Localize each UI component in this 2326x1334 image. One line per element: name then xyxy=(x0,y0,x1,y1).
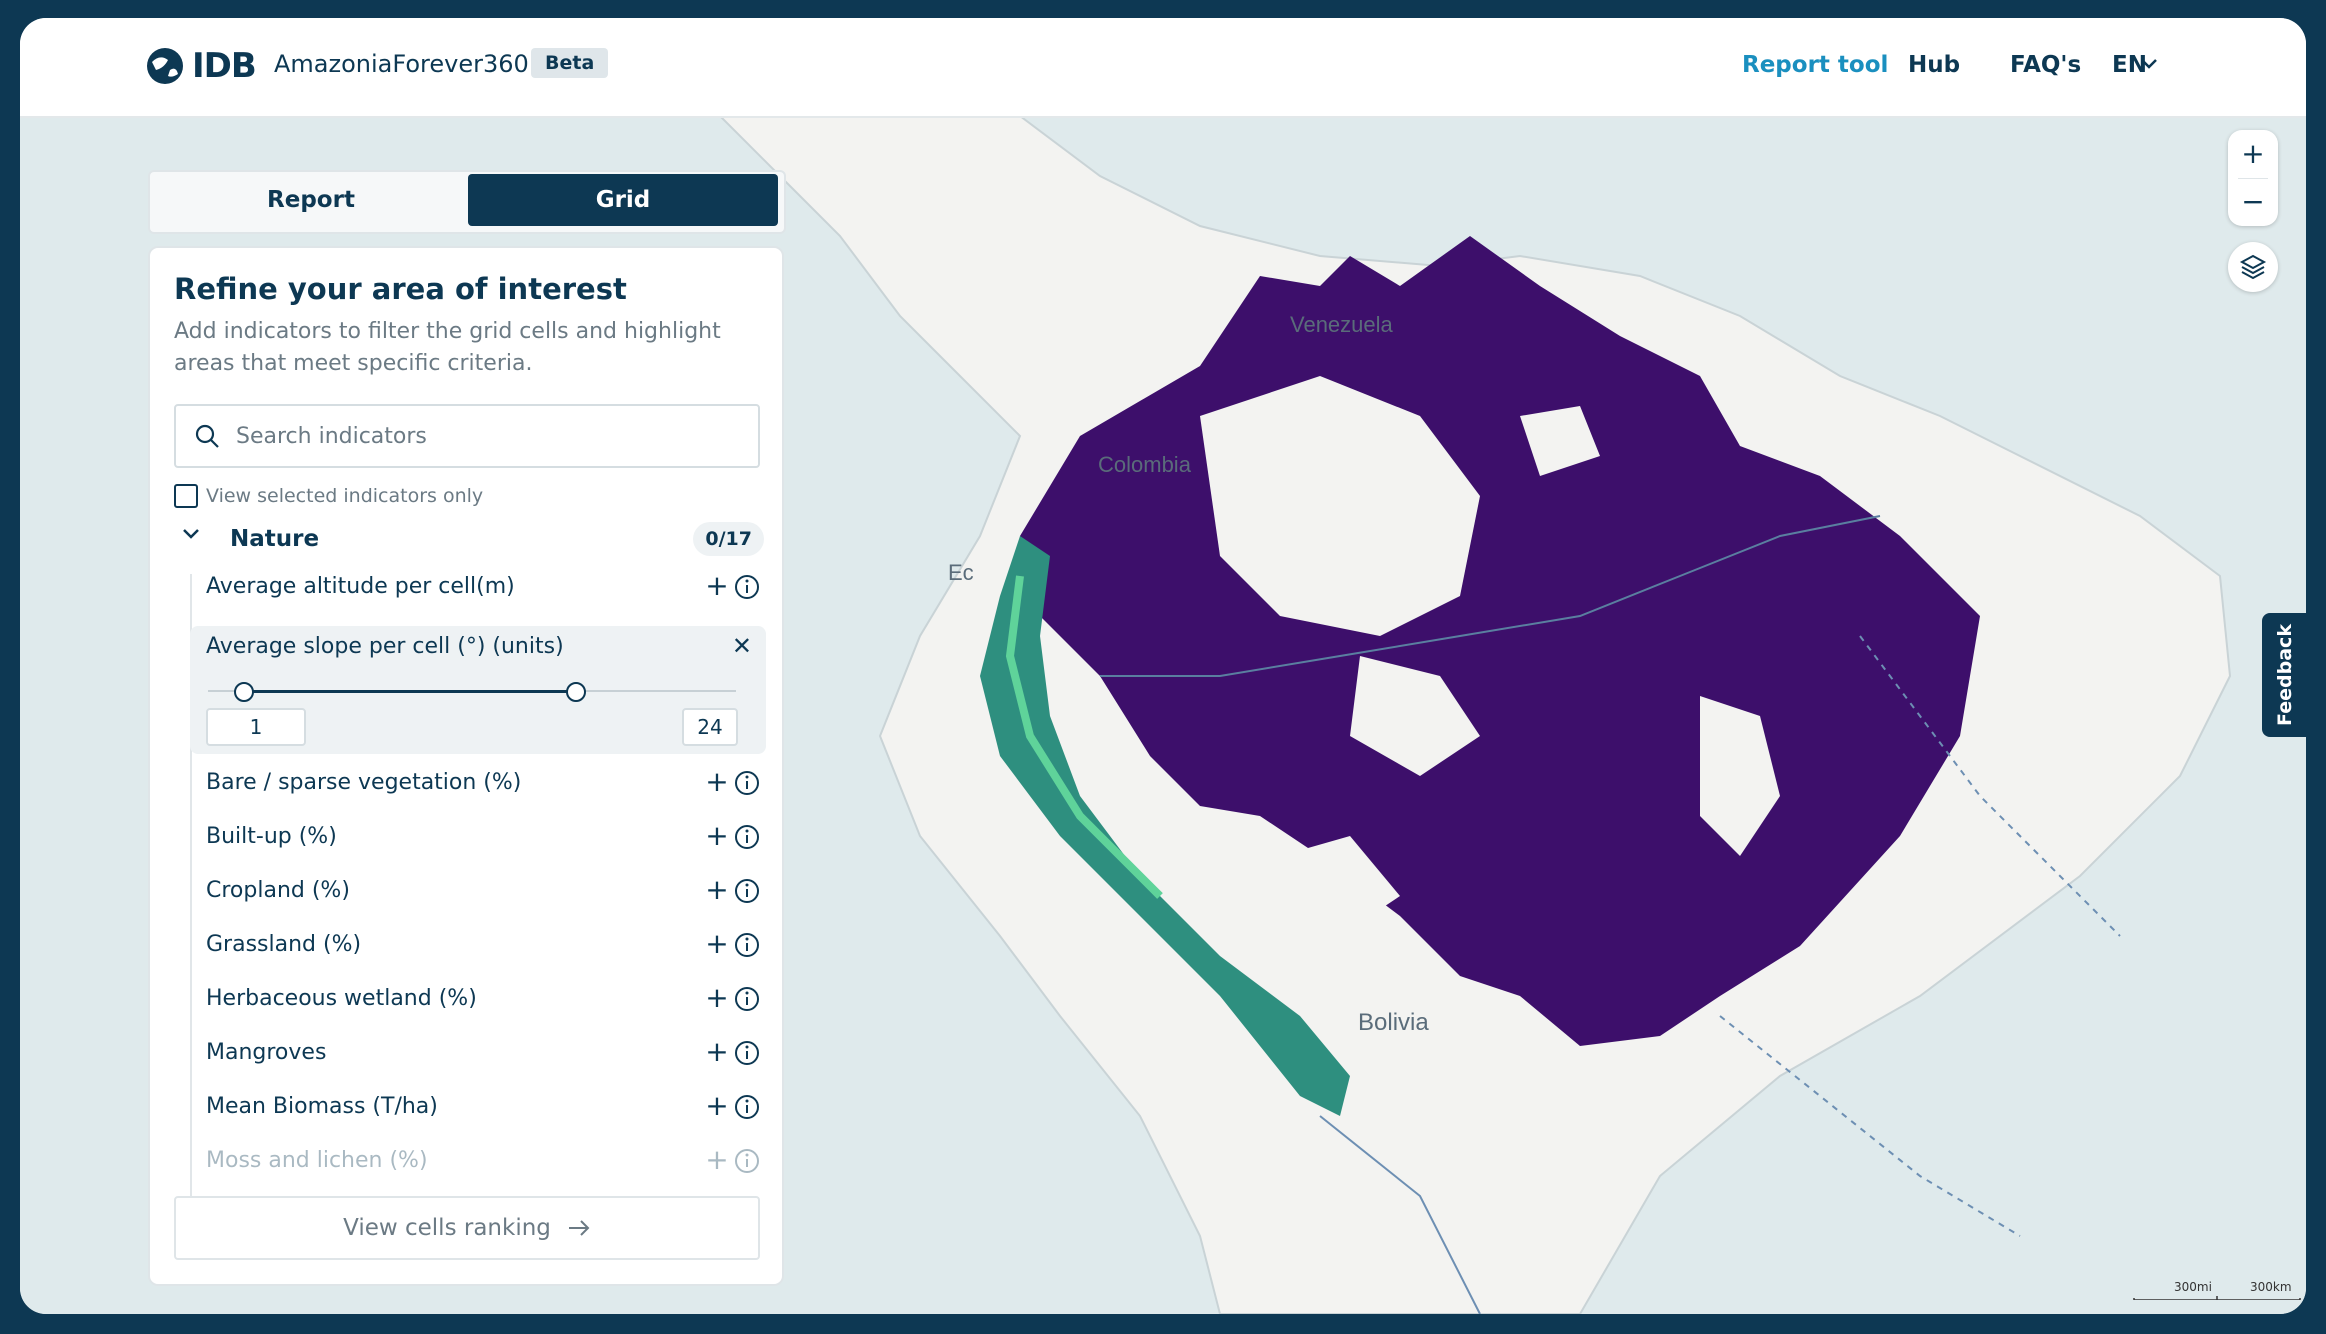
search-input[interactable] xyxy=(234,414,738,458)
feedback-label: Feedback xyxy=(2274,624,2296,726)
range-slider-max-thumb[interactable] xyxy=(566,682,586,702)
section-label: Nature xyxy=(230,526,320,552)
map-label-bolivia: Bolivia xyxy=(1358,1009,1429,1036)
add-indicator-button[interactable]: + xyxy=(700,1144,734,1178)
nav-faqs[interactable]: FAQ's xyxy=(2010,52,2081,78)
panel-title: Refine your area of interest xyxy=(174,272,627,306)
active-filter-label: Average slope per cell (°) (units) xyxy=(206,634,564,659)
add-indicator-button[interactable]: + xyxy=(700,820,734,854)
section-count-badge: 0/17 xyxy=(693,522,764,556)
nav-hub[interactable]: Hub xyxy=(1908,52,1960,78)
layers-button[interactable] xyxy=(2228,242,2278,292)
idb-globe-icon xyxy=(147,48,183,84)
indicator-row: Grassland (%) + xyxy=(206,924,764,966)
selected-only-label: View selected indicators only xyxy=(206,485,484,507)
info-icon[interactable] xyxy=(734,1094,760,1120)
zoom-out-button[interactable]: − xyxy=(2228,178,2278,226)
indicator-label: Mangroves xyxy=(206,1040,327,1065)
tab-report[interactable]: Report xyxy=(154,174,468,226)
logo-text: IDB xyxy=(192,46,257,86)
add-indicator-button[interactable]: + xyxy=(700,766,734,800)
active-filter-card: Average slope per cell (°) (units) ✕ 1 2… xyxy=(190,626,766,754)
arrow-right-icon xyxy=(568,1220,590,1236)
filter-panel: Refine your area of interest Add indicat… xyxy=(148,246,784,1286)
indicator-label: Herbaceous wetland (%) xyxy=(206,986,477,1011)
info-icon[interactable] xyxy=(734,1040,760,1066)
beta-badge: Beta xyxy=(531,48,609,78)
indicator-row: Built-up (%) + xyxy=(206,816,764,858)
indicator-label: Bare / sparse vegetation (%) xyxy=(206,770,522,795)
indicator-row: Mangroves + xyxy=(206,1032,764,1074)
map-scale: 300mi 300km xyxy=(2132,1280,2302,1303)
scale-label-km: 300km xyxy=(2250,1280,2292,1294)
indicator-row: Cropland (%) + xyxy=(206,870,764,912)
indicator-label: Average altitude per cell(m) xyxy=(206,574,515,599)
section-nature[interactable]: Nature 0/17 xyxy=(174,520,764,560)
indicator-row: Average altitude per cell(m) + xyxy=(206,566,764,608)
add-indicator-button[interactable]: + xyxy=(700,570,734,604)
app-name: AmazoniaForever360+ xyxy=(274,50,549,78)
info-icon[interactable] xyxy=(734,986,760,1012)
add-indicator-button[interactable]: + xyxy=(700,928,734,962)
range-min-input[interactable]: 1 xyxy=(206,708,306,746)
indicator-row: Bare / sparse vegetation (%) + xyxy=(206,762,764,804)
indicator-label: Mean Biomass (T/ha) xyxy=(206,1094,438,1119)
indicator-row: Herbaceous wetland (%) + xyxy=(206,978,764,1020)
add-indicator-button[interactable]: + xyxy=(700,874,734,908)
app-frame: Venezuela Colombia Ec Bolivia IDB Amazon… xyxy=(20,18,2306,1314)
cta-label: View cells ranking xyxy=(343,1215,551,1241)
add-indicator-button[interactable]: + xyxy=(700,982,734,1016)
add-indicator-button[interactable]: + xyxy=(700,1090,734,1124)
range-slider-min-thumb[interactable] xyxy=(234,682,254,702)
indicator-label: Built-up (%) xyxy=(206,824,337,849)
range-slider-fill xyxy=(242,690,576,693)
indicator-search xyxy=(174,404,760,468)
info-icon[interactable] xyxy=(734,574,760,600)
indicator-label: Cropland (%) xyxy=(206,878,350,903)
info-icon[interactable] xyxy=(734,824,760,850)
selected-only-filter[interactable]: View selected indicators only xyxy=(174,484,483,508)
info-icon[interactable] xyxy=(734,878,760,904)
indicator-label: Grassland (%) xyxy=(206,932,362,957)
chevron-down-icon[interactable] xyxy=(2140,58,2158,70)
search-icon xyxy=(195,424,219,448)
zoom-in-button[interactable]: + xyxy=(2228,130,2278,178)
indicator-row: Moss and lichen (%) + xyxy=(206,1140,764,1182)
nav-report-tool[interactable]: Report tool xyxy=(1742,52,1888,78)
info-icon[interactable] xyxy=(734,770,760,796)
range-max-input[interactable]: 24 xyxy=(682,708,738,746)
info-icon[interactable] xyxy=(734,932,760,958)
map-label-ecuador: Ec xyxy=(948,560,974,585)
scale-label-miles: 300mi xyxy=(2174,1280,2212,1294)
feedback-tab[interactable]: Feedback xyxy=(2262,613,2306,737)
indicator-row: Mean Biomass (T/ha) + xyxy=(206,1086,764,1128)
top-header: IDB AmazoniaForever360+ Beta Report tool… xyxy=(20,18,2306,118)
map-label-venezuela: Venezuela xyxy=(1290,312,1394,337)
map-label-colombia: Colombia xyxy=(1098,452,1192,477)
selected-only-checkbox[interactable] xyxy=(174,484,198,508)
idb-logo[interactable]: IDB xyxy=(144,46,257,86)
zoom-controls: + − xyxy=(2228,130,2278,226)
indicator-label: Moss and lichen (%) xyxy=(206,1148,428,1173)
remove-filter-close-icon[interactable]: ✕ xyxy=(732,632,752,660)
add-indicator-button[interactable]: + xyxy=(700,1036,734,1070)
panel-description: Add indicators to filter the grid cells … xyxy=(174,319,721,376)
view-cells-ranking-button[interactable]: View cells ranking xyxy=(174,1196,760,1260)
mode-tabs: Report Grid xyxy=(148,170,786,234)
chevron-down-icon[interactable] xyxy=(182,528,200,540)
layers-icon xyxy=(2239,254,2267,280)
tab-grid[interactable]: Grid xyxy=(468,174,778,226)
info-icon[interactable] xyxy=(734,1148,760,1174)
